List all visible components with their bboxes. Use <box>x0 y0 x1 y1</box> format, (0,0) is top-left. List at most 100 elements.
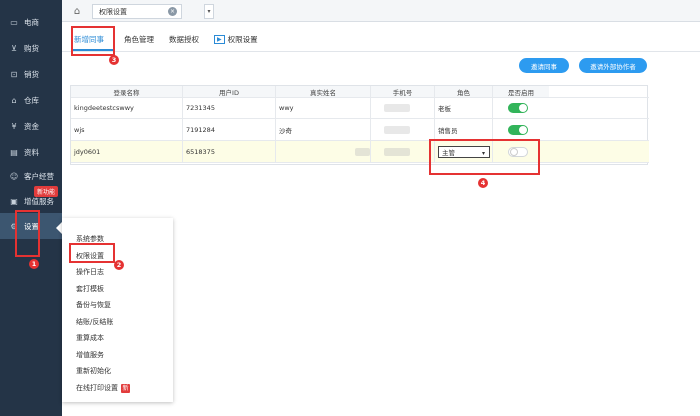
redacted-phone <box>384 125 410 134</box>
cart-icon: ⊻ <box>11 43 17 53</box>
tab-data-authorization[interactable]: 数据授权 <box>169 32 199 46</box>
sidebar-item-label: 销货 <box>24 69 39 79</box>
menu-item-permission-settings[interactable]: 权限设置 <box>76 249 104 263</box>
sidebar-item-data[interactable]: ▤ 资料 <box>0 139 62 165</box>
table-header-row: 登录名称 用户ID 真实姓名 手机号 角色 是否启用 <box>71 86 649 98</box>
sidebar-item-label: 电商 <box>24 17 39 27</box>
tab-permission-settings-video[interactable]: ▶ 权限设置 <box>214 32 258 46</box>
toggle-knob <box>519 104 527 112</box>
step-marker-1: 1 <box>29 259 39 269</box>
sidebar-item-purchase[interactable]: ⊻ 购货 <box>0 35 62 61</box>
tab-label: 权限设置 <box>99 7 127 16</box>
warehouse-icon: ⌂ <box>11 95 17 105</box>
sidebar-item-warehouse[interactable]: ⌂ 仓库 <box>0 87 62 113</box>
step-marker-4: 4 <box>478 178 488 188</box>
login-name-cell: kingdeetestcswwy <box>71 98 183 118</box>
sidebar-item-value-added[interactable]: ▣ 增值服务 <box>0 188 62 214</box>
redacted-phone <box>384 104 410 112</box>
step-marker-2: 2 <box>114 260 124 270</box>
sidebar-item-ecommerce[interactable]: ▭ 电商 <box>0 9 62 35</box>
menu-item-operation-log[interactable]: 操作日志 <box>76 265 104 279</box>
sidebar-item-label: 设置 <box>24 221 39 231</box>
toggle-knob <box>519 125 527 134</box>
enabled-cell <box>493 98 549 118</box>
user-id-cell: 7231345 <box>183 98 276 118</box>
column-header: 真实姓名 <box>276 86 371 97</box>
phone-cell <box>371 141 435 162</box>
new-tag: 新 <box>121 383 130 393</box>
enabled-cell <box>493 141 549 162</box>
sidebar-item-label: 增值服务 <box>24 196 54 206</box>
gear-icon: ⚙ <box>10 221 18 231</box>
column-header: 登录名称 <box>71 86 183 97</box>
sidebar-item-label: 资金 <box>24 121 39 131</box>
monitor-icon: ▭ <box>10 17 18 27</box>
divider <box>62 51 700 52</box>
role-cell: 销售员 <box>435 119 493 140</box>
document-icon: ▤ <box>10 147 18 157</box>
column-header: 是否启用 <box>493 86 549 97</box>
table-row[interactable]: wjs 7191284 沙奇 销售员 <box>71 119 649 141</box>
redacted-phone <box>384 147 410 156</box>
menu-item-label: 在线打印设置 <box>76 384 118 392</box>
service-icon: ▣ <box>10 196 18 206</box>
redacted-name <box>355 147 370 156</box>
phone-cell <box>371 119 435 140</box>
close-icon[interactable]: × <box>168 7 177 16</box>
column-header: 手机号 <box>371 86 435 97</box>
sidebar-item-settings[interactable]: ⚙ 设置 <box>0 213 62 239</box>
home-icon[interactable]: ⌂ <box>70 4 84 18</box>
menu-item-reinitialize[interactable]: 重新初始化 <box>76 364 111 378</box>
sidebar: ▭ 电商 ⊻ 购货 ⊡ 销货 ⌂ 仓库 ¥ 资金 ▤ 资料 ☺ 客户经营 新功能… <box>0 0 62 416</box>
menu-item-backup-restore[interactable]: 备份与恢复 <box>76 298 111 312</box>
role-cell: 主管 ▾ <box>435 141 493 162</box>
invite-external-collaborator-button[interactable]: 邀请外部协作者 <box>579 58 647 73</box>
user-id-cell: 7191284 <box>183 119 276 140</box>
table-row-highlighted[interactable]: jdy0601 6518375 主管 ▾ <box>71 141 649 163</box>
menu-item-value-added[interactable]: 增值服务 <box>76 348 104 362</box>
tab-add-colleague[interactable]: 新增同事 <box>74 32 104 46</box>
tab-role-management[interactable]: 角色管理 <box>124 32 154 46</box>
toggle-knob <box>510 147 518 156</box>
enabled-cell <box>493 119 549 140</box>
column-header: 角色 <box>435 86 493 97</box>
enabled-toggle[interactable] <box>508 146 528 157</box>
enabled-toggle[interactable] <box>508 124 528 135</box>
chevron-down-icon: ▾ <box>481 149 485 157</box>
role-cell: 老板 <box>435 98 493 118</box>
menu-item-recalculate-cost[interactable]: 重算成本 <box>76 331 104 345</box>
tab-permission-settings[interactable]: 权限设置 × <box>92 4 182 19</box>
customer-icon: ☺ <box>9 171 19 181</box>
sidebar-item-sales[interactable]: ⊡ 销货 <box>0 61 62 87</box>
user-id-cell: 6518375 <box>183 141 276 162</box>
real-name-cell: wwy <box>276 98 371 118</box>
column-header: 用户ID <box>183 86 276 97</box>
menu-item-closing[interactable]: 结账/反结账 <box>76 315 113 329</box>
menu-item-online-print[interactable]: 在线打印设置 新 <box>76 381 130 395</box>
sidebar-item-label: 客户经营 <box>24 171 54 181</box>
sidebar-item-label: 仓库 <box>24 95 39 105</box>
tab-label: 权限设置 <box>227 34 258 44</box>
invite-colleague-button[interactable]: 邀请同事 <box>519 58 569 73</box>
role-select[interactable]: 主管 ▾ <box>438 145 490 158</box>
phone-cell <box>371 98 435 118</box>
real-name-cell <box>276 141 371 162</box>
settings-menu: 系统参数 权限设置 操作日志 套打模板 备份与恢复 结账/反结账 重算成本 增值… <box>62 218 173 402</box>
menu-item-print-template[interactable]: 套打模板 <box>76 282 104 296</box>
table-row[interactable]: kingdeetestcswwy 7231345 wwy 老板 <box>71 98 649 119</box>
role-select-value: 主管 <box>442 148 455 157</box>
users-table: 登录名称 用户ID 真实姓名 手机号 角色 是否启用 kingdeetestcs… <box>70 85 649 165</box>
login-name-cell: jdy0601 <box>71 141 183 162</box>
enabled-toggle[interactable] <box>508 103 528 113</box>
chevron-down-icon[interactable]: ▾ <box>204 4 214 19</box>
real-name-cell: 沙奇 <box>276 119 371 140</box>
sidebar-item-funds[interactable]: ¥ 资金 <box>0 113 62 139</box>
money-icon: ¥ <box>11 121 17 131</box>
menu-item-system-params[interactable]: 系统参数 <box>76 232 104 246</box>
sidebar-item-label: 资料 <box>24 147 39 157</box>
step-marker-3: 3 <box>109 55 119 65</box>
sales-icon: ⊡ <box>10 69 18 79</box>
login-name-cell: wjs <box>71 119 183 140</box>
page-tab-bar: ⌂ 权限设置 × ▾ <box>62 0 700 22</box>
video-icon: ▶ <box>214 34 225 44</box>
